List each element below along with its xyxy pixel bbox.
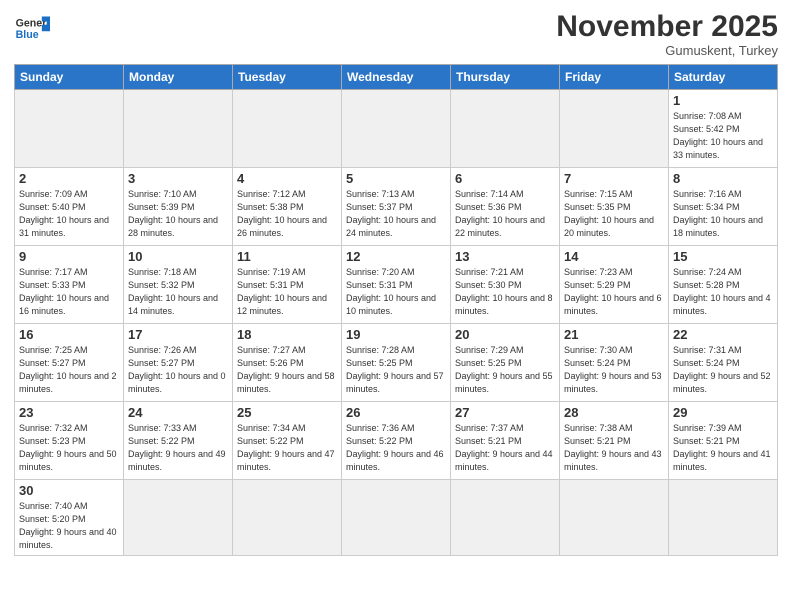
table-row bbox=[560, 480, 669, 556]
table-row bbox=[560, 90, 669, 168]
month-title: November 2025 bbox=[556, 10, 778, 43]
header-tuesday: Tuesday bbox=[233, 65, 342, 90]
header-saturday: Saturday bbox=[669, 65, 778, 90]
logo: General Blue bbox=[14, 10, 50, 46]
table-row bbox=[233, 480, 342, 556]
table-row: 24Sunrise: 7:33 AM Sunset: 5:22 PM Dayli… bbox=[124, 402, 233, 480]
table-row: 16Sunrise: 7:25 AM Sunset: 5:27 PM Dayli… bbox=[15, 324, 124, 402]
table-row: 1Sunrise: 7:08 AM Sunset: 5:42 PM Daylig… bbox=[669, 90, 778, 168]
table-row: 17Sunrise: 7:26 AM Sunset: 5:27 PM Dayli… bbox=[124, 324, 233, 402]
table-row bbox=[124, 480, 233, 556]
table-row: 30Sunrise: 7:40 AM Sunset: 5:20 PM Dayli… bbox=[15, 480, 124, 556]
table-row: 5Sunrise: 7:13 AM Sunset: 5:37 PM Daylig… bbox=[342, 168, 451, 246]
table-row: 13Sunrise: 7:21 AM Sunset: 5:30 PM Dayli… bbox=[451, 246, 560, 324]
table-row bbox=[451, 480, 560, 556]
table-row: 7Sunrise: 7:15 AM Sunset: 5:35 PM Daylig… bbox=[560, 168, 669, 246]
table-row: 12Sunrise: 7:20 AM Sunset: 5:31 PM Dayli… bbox=[342, 246, 451, 324]
table-row: 14Sunrise: 7:23 AM Sunset: 5:29 PM Dayli… bbox=[560, 246, 669, 324]
table-row: 23Sunrise: 7:32 AM Sunset: 5:23 PM Dayli… bbox=[15, 402, 124, 480]
header-sunday: Sunday bbox=[15, 65, 124, 90]
table-row: 8Sunrise: 7:16 AM Sunset: 5:34 PM Daylig… bbox=[669, 168, 778, 246]
table-row bbox=[669, 480, 778, 556]
table-row bbox=[15, 90, 124, 168]
table-row: 26Sunrise: 7:36 AM Sunset: 5:22 PM Dayli… bbox=[342, 402, 451, 480]
table-row bbox=[233, 90, 342, 168]
table-row: 27Sunrise: 7:37 AM Sunset: 5:21 PM Dayli… bbox=[451, 402, 560, 480]
table-row bbox=[124, 90, 233, 168]
table-row: 9Sunrise: 7:17 AM Sunset: 5:33 PM Daylig… bbox=[15, 246, 124, 324]
table-row: 22Sunrise: 7:31 AM Sunset: 5:24 PM Dayli… bbox=[669, 324, 778, 402]
header-thursday: Thursday bbox=[451, 65, 560, 90]
table-row: 19Sunrise: 7:28 AM Sunset: 5:25 PM Dayli… bbox=[342, 324, 451, 402]
location-subtitle: Gumuskent, Turkey bbox=[556, 43, 778, 58]
table-row: 29Sunrise: 7:39 AM Sunset: 5:21 PM Dayli… bbox=[669, 402, 778, 480]
header-wednesday: Wednesday bbox=[342, 65, 451, 90]
header-friday: Friday bbox=[560, 65, 669, 90]
table-row bbox=[342, 90, 451, 168]
table-row: 11Sunrise: 7:19 AM Sunset: 5:31 PM Dayli… bbox=[233, 246, 342, 324]
table-row: 10Sunrise: 7:18 AM Sunset: 5:32 PM Dayli… bbox=[124, 246, 233, 324]
table-row: 25Sunrise: 7:34 AM Sunset: 5:22 PM Dayli… bbox=[233, 402, 342, 480]
table-row: 6Sunrise: 7:14 AM Sunset: 5:36 PM Daylig… bbox=[451, 168, 560, 246]
table-row: 2Sunrise: 7:09 AM Sunset: 5:40 PM Daylig… bbox=[15, 168, 124, 246]
table-row: 21Sunrise: 7:30 AM Sunset: 5:24 PM Dayli… bbox=[560, 324, 669, 402]
table-row: 4Sunrise: 7:12 AM Sunset: 5:38 PM Daylig… bbox=[233, 168, 342, 246]
table-row bbox=[342, 480, 451, 556]
table-row: 18Sunrise: 7:27 AM Sunset: 5:26 PM Dayli… bbox=[233, 324, 342, 402]
table-row bbox=[451, 90, 560, 168]
table-row: 15Sunrise: 7:24 AM Sunset: 5:28 PM Dayli… bbox=[669, 246, 778, 324]
header-monday: Monday bbox=[124, 65, 233, 90]
calendar-table: Sunday Monday Tuesday Wednesday Thursday… bbox=[14, 64, 778, 556]
table-row: 20Sunrise: 7:29 AM Sunset: 5:25 PM Dayli… bbox=[451, 324, 560, 402]
table-row: 3Sunrise: 7:10 AM Sunset: 5:39 PM Daylig… bbox=[124, 168, 233, 246]
svg-text:Blue: Blue bbox=[16, 29, 39, 41]
table-row: 28Sunrise: 7:38 AM Sunset: 5:21 PM Dayli… bbox=[560, 402, 669, 480]
